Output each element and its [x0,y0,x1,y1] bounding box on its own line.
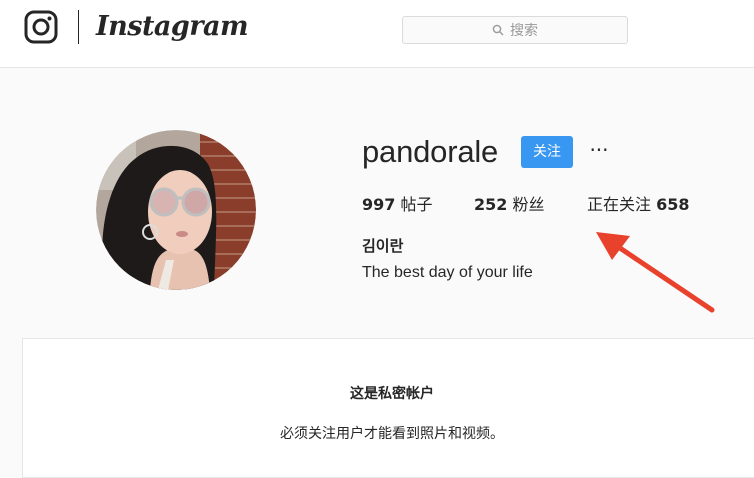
profile-full-name: 김이란 [362,237,404,255]
private-account-message: 必须关注用户才能看到照片和视频。 [280,426,504,442]
stat-posts[interactable]: 997 帖子 [362,194,433,216]
private-account-title: 这是私密帐户 [350,386,434,402]
instagram-camera-icon[interactable] [24,10,58,44]
search-placeholder: 搜索 [510,23,538,39]
red-arrow-icon [596,232,715,313]
posts-count: 997 [362,195,396,214]
posts-label: 帖子 [400,195,433,214]
logo-divider [78,10,79,44]
following-count: 658 [656,195,690,214]
profile-username: pandorale [362,134,499,169]
top-navigation-bar: Instagram 搜索 [0,0,754,68]
more-options-button[interactable]: ··· [586,138,612,166]
following-label: 正在关注 [587,195,652,214]
search-icon [492,24,504,36]
private-account-panel: 这是私密帐户 必须关注用户才能看到照片和视频。 [22,338,754,478]
followers-count: 252 [474,195,508,214]
avatar-photo [96,130,256,290]
stat-followers[interactable]: 252 粉丝 [474,194,545,216]
follow-button[interactable]: 关注 [521,136,573,168]
stat-following[interactable]: 正在关注 658 [587,194,690,216]
followers-label: 粉丝 [512,195,545,214]
instagram-wordmark[interactable]: Instagram [96,10,249,44]
profile-bio: The best day of your life [362,264,533,281]
search-input[interactable]: 搜索 [402,16,628,44]
profile-avatar[interactable] [96,130,256,290]
